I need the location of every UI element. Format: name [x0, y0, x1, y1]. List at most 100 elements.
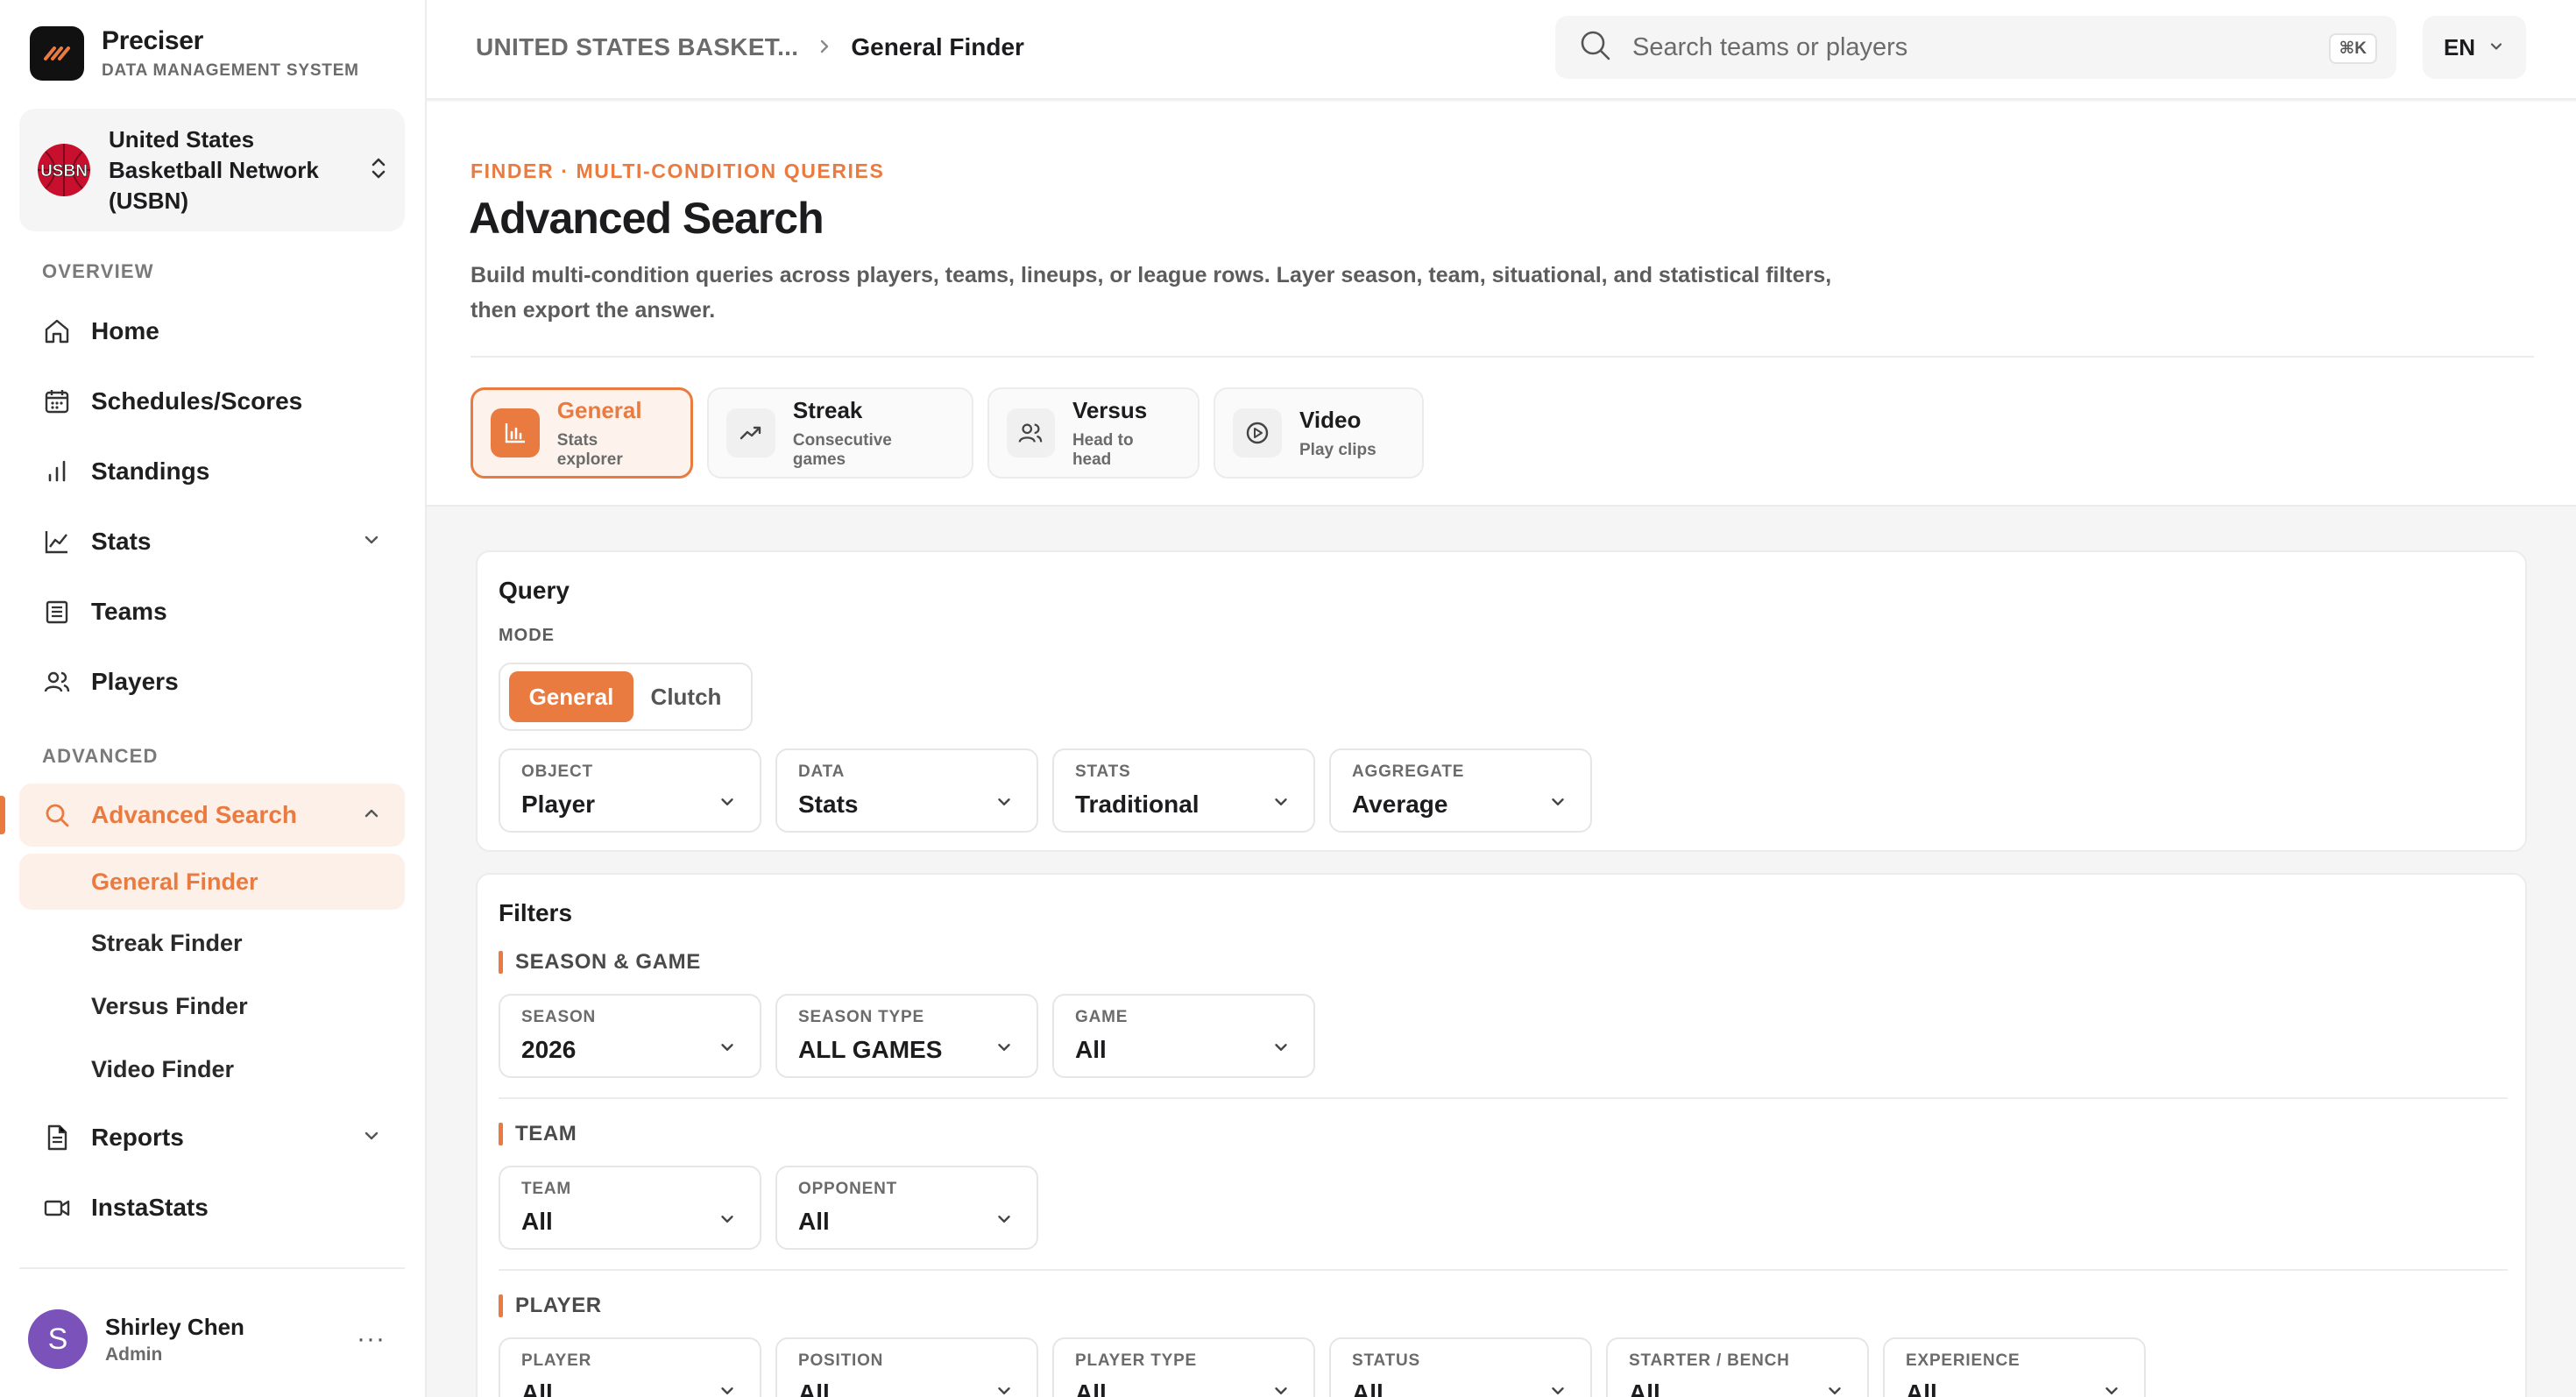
users-icon [1007, 408, 1055, 457]
mode-toggle: General Clutch [499, 663, 753, 731]
select-label: OBJECT [521, 762, 593, 781]
season-type-select[interactable]: SEASON TYPE ALL GAMES [775, 994, 1038, 1078]
sidebar-item-standings[interactable]: Standings [19, 440, 405, 503]
sidebar-subitem-video-finder[interactable]: Video Finder [19, 1041, 405, 1097]
group-label: PLAYER [515, 1294, 602, 1317]
sidebar-item-stats[interactable]: Stats [19, 510, 405, 573]
season-select[interactable]: SEASON 2026 [499, 994, 761, 1078]
select-label: SEASON TYPE [798, 1008, 924, 1026]
language-selector[interactable]: EN [2423, 16, 2526, 79]
select-value: All [521, 1208, 553, 1235]
select-value: Stats [798, 791, 859, 818]
top-bar: UNITED STATES BASKET... General Finder S… [427, 0, 2576, 100]
select-label: STATUS [1352, 1351, 1420, 1370]
stats-select[interactable]: STATS Traditional [1052, 748, 1315, 833]
sidebar-item-reports[interactable]: Reports [19, 1106, 405, 1169]
sidebar-item-schedules[interactable]: Schedules/Scores [19, 370, 405, 433]
group-label: TEAM [515, 1122, 577, 1145]
select-label: AGGREGATE [1352, 762, 1465, 781]
team-select[interactable]: TEAM All [499, 1166, 761, 1250]
brand-logo-icon [30, 26, 84, 81]
select-value: 2026 [521, 1036, 577, 1063]
opponent-select[interactable]: OPPONENT All [775, 1166, 1038, 1250]
sidebar-item-label: Standings [91, 457, 210, 485]
sidebar-item-instastats[interactable]: InstaStats [19, 1176, 405, 1239]
aggregate-select[interactable]: AGGREGATE Average [1329, 748, 1592, 833]
team-selects: TEAM All OPPONENT All [499, 1166, 1038, 1250]
page-description: Build multi-condition queries across pla… [471, 263, 1832, 323]
filter-group-team: TEAM [499, 1122, 577, 1146]
tab-video[interactable]: Video Play clips [1214, 387, 1424, 479]
sidebar-item-label: Reports [91, 1124, 184, 1151]
sidebar-subitem-general-finder[interactable]: General Finder [19, 854, 405, 910]
tab-versus[interactable]: Versus Head to head [987, 387, 1200, 479]
status-select[interactable]: STATUS All [1329, 1337, 1592, 1397]
mode-clutch-button[interactable]: Clutch [633, 671, 739, 722]
position-select[interactable]: POSITION All [775, 1337, 1038, 1397]
breadcrumb-org[interactable]: UNITED STATES BASKET... [476, 33, 798, 61]
tab-streak[interactable]: Streak Consecutive games [707, 387, 973, 479]
chevron-down-icon[interactable] [361, 1125, 382, 1151]
finder-tabs: General Stats explorer Streak Consecutiv… [471, 387, 1424, 479]
breadcrumb: UNITED STATES BASKET... General Finder [476, 33, 1024, 61]
player-select[interactable]: PLAYER All [499, 1337, 761, 1397]
select-label: PLAYER [521, 1351, 592, 1370]
chevron-down-icon [1271, 1381, 1291, 1397]
tab-subtitle: Play clips [1299, 440, 1376, 459]
player-type-select[interactable]: PLAYER TYPE All [1052, 1337, 1315, 1397]
brand-name: Preciser [102, 26, 204, 55]
experience-select[interactable]: EXPERIENCE All [1883, 1337, 2146, 1397]
breadcrumb-current: General Finder [851, 33, 1024, 60]
svg-text:USBN: USBN [40, 162, 88, 181]
building-icon [42, 597, 72, 627]
accent-bar [499, 1123, 503, 1145]
sidebar: Preciser DATA MANAGEMENT SYSTEM USBN Uni… [0, 0, 427, 1397]
chevron-down-icon [718, 792, 737, 816]
sidebar-item-teams[interactable]: Teams [19, 580, 405, 643]
line-chart-icon [42, 527, 72, 557]
keyboard-shortcut-badge: ⌘K [2328, 33, 2377, 64]
sidebar-item-home[interactable]: Home [19, 300, 405, 363]
sidebar-subitem-streak-finder[interactable]: Streak Finder [19, 915, 405, 971]
game-select[interactable]: GAME All [1052, 994, 1315, 1078]
group-label: SEASON & GAME [515, 950, 701, 974]
org-switcher[interactable]: USBN United States Basketball Network (U… [19, 109, 405, 231]
tab-title: General [556, 396, 642, 423]
select-value: All [521, 1379, 553, 1397]
more-options-icon[interactable]: ··· [357, 1324, 386, 1354]
user-name: Shirley Chen [105, 1313, 244, 1340]
starter-bench-select[interactable]: STARTER / BENCH All [1606, 1337, 1869, 1397]
sidebar-item-label: Home [91, 317, 159, 344]
chevron-up-down-icon[interactable] [370, 155, 387, 186]
mode-label: MODE [499, 626, 555, 645]
select-value: All [1075, 1036, 1107, 1063]
accent-bar [499, 1294, 503, 1317]
select-value: All [1352, 1379, 1384, 1397]
chevron-down-icon [718, 1381, 737, 1397]
brand[interactable]: Preciser DATA MANAGEMENT SYSTEM [30, 26, 359, 81]
data-select[interactable]: DATA Stats [775, 748, 1038, 833]
object-select[interactable]: OBJECT Player [499, 748, 761, 833]
tab-subtitle: Head to head [1072, 430, 1134, 469]
tab-general[interactable]: General Stats explorer [471, 387, 693, 479]
chevron-down-icon[interactable] [361, 529, 382, 555]
mode-general-button[interactable]: General [509, 671, 633, 722]
sidebar-divider [19, 1267, 405, 1269]
filter-group-season-game: SEASON & GAME [499, 950, 701, 975]
video-camera-icon [42, 1193, 72, 1223]
select-label: EXPERIENCE [1906, 1351, 2020, 1370]
chevron-down-icon [994, 792, 1014, 816]
query-title: Query [499, 577, 570, 604]
chevron-down-icon [2102, 1381, 2121, 1397]
chevron-down-icon [994, 1038, 1014, 1061]
sidebar-item-advanced-search[interactable]: Advanced Search [19, 784, 405, 847]
org-name: United States Basketball Network (USBN) [109, 125, 319, 214]
sidebar-item-players[interactable]: Players [19, 650, 405, 713]
sidebar-subitem-versus-finder[interactable]: Versus Finder [19, 978, 405, 1034]
user-profile[interactable]: S Shirley Chen Admin ··· [28, 1308, 396, 1371]
active-indicator [0, 796, 5, 834]
select-label: OPPONENT [798, 1180, 898, 1198]
chevron-up-icon[interactable] [361, 803, 382, 828]
search-input[interactable]: Search teams or players ⌘K [1555, 16, 2396, 79]
filter-group-player: PLAYER [499, 1294, 602, 1318]
